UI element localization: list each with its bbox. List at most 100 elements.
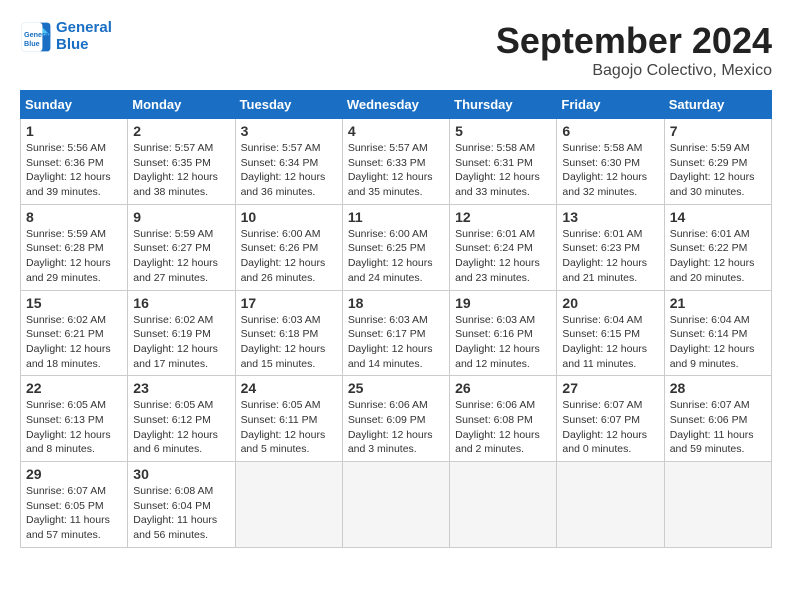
calendar-cell: 14 Sunrise: 6:01 AM Sunset: 6:22 PM Dayli… [664,204,771,290]
day-number: 16 [133,295,229,311]
header-cell-tuesday: Tuesday [235,91,342,119]
day-detail: Sunrise: 6:02 AM Sunset: 6:19 PM Dayligh… [133,313,229,372]
calendar-cell: 9 Sunrise: 5:59 AM Sunset: 6:27 PM Daylig… [128,204,235,290]
calendar-cell: 19 Sunrise: 6:03 AM Sunset: 6:16 PM Dayli… [450,290,557,376]
day-detail: Sunrise: 6:01 AM Sunset: 6:24 PM Dayligh… [455,227,551,286]
calendar-cell: 21Sunrise: 6:04 AM Sunset: 6:14 PM Dayli… [664,290,771,376]
day-detail: Sunrise: 5:59 AM Sunset: 6:28 PM Dayligh… [26,227,122,286]
day-number: 27 [562,380,658,396]
page-header: General Blue GeneralBlue September 2024 … [20,20,772,80]
calendar-cell [450,462,557,548]
day-detail: Sunrise: 5:57 AM Sunset: 6:33 PM Dayligh… [348,141,444,200]
day-number: 6 [562,123,658,139]
calendar-cell [235,462,342,548]
logo: General Blue GeneralBlue [20,20,112,53]
calendar-cell: 1 Sunrise: 5:56 AM Sunset: 6:36 PM Daylig… [21,119,128,205]
svg-text:General: General [24,30,51,39]
day-number: 26 [455,380,551,396]
header-cell-friday: Friday [557,91,664,119]
day-detail: Sunrise: 6:01 AM Sunset: 6:23 PM Dayligh… [562,227,658,286]
day-number: 17 [241,295,337,311]
calendar-cell [342,462,449,548]
calendar-cell: 7 Sunrise: 5:59 AM Sunset: 6:29 PM Daylig… [664,119,771,205]
day-number: 12 [455,209,551,225]
day-number: 14 [670,209,766,225]
day-number: 8 [26,209,122,225]
calendar-cell: 20Sunrise: 6:04 AM Sunset: 6:15 PM Dayli… [557,290,664,376]
header-cell-wednesday: Wednesday [342,91,449,119]
title-section: September 2024 Bagojo Colectivo, Mexico [496,20,772,80]
header-cell-saturday: Saturday [664,91,771,119]
header-cell-sunday: Sunday [21,91,128,119]
calendar-table: SundayMondayTuesdayWednesdayThursdayFrid… [20,90,772,548]
day-detail: Sunrise: 6:04 AM Sunset: 6:14 PM Dayligh… [670,313,766,372]
day-number: 5 [455,123,551,139]
calendar-week-2: 8 Sunrise: 5:59 AM Sunset: 6:28 PM Daylig… [21,204,772,290]
calendar-cell: 5 Sunrise: 5:58 AM Sunset: 6:31 PM Daylig… [450,119,557,205]
day-number: 2 [133,123,229,139]
calendar-cell: 30Sunrise: 6:08 AM Sunset: 6:04 PM Dayli… [128,462,235,548]
day-detail: Sunrise: 6:03 AM Sunset: 6:18 PM Dayligh… [241,313,337,372]
day-detail: Sunrise: 6:07 AM Sunset: 6:05 PM Dayligh… [26,484,122,543]
day-detail: Sunrise: 6:03 AM Sunset: 6:17 PM Dayligh… [348,313,444,372]
calendar-cell: 26 Sunrise: 6:06 AM Sunset: 6:08 PM Dayli… [450,376,557,462]
calendar-week-4: 22 Sunrise: 6:05 AM Sunset: 6:13 PM Dayli… [21,376,772,462]
day-number: 3 [241,123,337,139]
day-detail: Sunrise: 5:57 AM Sunset: 6:35 PM Dayligh… [133,141,229,200]
day-detail: Sunrise: 6:07 AM Sunset: 6:07 PM Dayligh… [562,398,658,457]
calendar-cell: 27 Sunrise: 6:07 AM Sunset: 6:07 PM Dayli… [557,376,664,462]
day-number: 13 [562,209,658,225]
day-detail: Sunrise: 6:03 AM Sunset: 6:16 PM Dayligh… [455,313,551,372]
month-title: September 2024 [496,20,772,62]
calendar-cell: 15Sunrise: 6:02 AM Sunset: 6:21 PM Dayli… [21,290,128,376]
day-detail: Sunrise: 5:58 AM Sunset: 6:30 PM Dayligh… [562,141,658,200]
calendar-cell [664,462,771,548]
day-detail: Sunrise: 5:59 AM Sunset: 6:29 PM Dayligh… [670,141,766,200]
calendar-header-row: SundayMondayTuesdayWednesdayThursdayFrid… [21,91,772,119]
day-number: 15 [26,295,122,311]
svg-text:Blue: Blue [24,38,40,47]
calendar-cell: 16 Sunrise: 6:02 AM Sunset: 6:19 PM Dayli… [128,290,235,376]
day-number: 7 [670,123,766,139]
location: Bagojo Colectivo, Mexico [496,62,772,80]
header-cell-monday: Monday [128,91,235,119]
calendar-cell: 4 Sunrise: 5:57 AM Sunset: 6:33 PM Daylig… [342,119,449,205]
calendar-cell: 28Sunrise: 6:07 AM Sunset: 6:06 PM Dayli… [664,376,771,462]
day-detail: Sunrise: 6:01 AM Sunset: 6:22 PM Dayligh… [670,227,766,286]
day-detail: Sunrise: 6:00 AM Sunset: 6:25 PM Dayligh… [348,227,444,286]
day-number: 1 [26,123,122,139]
calendar-cell: 10Sunrise: 6:00 AM Sunset: 6:26 PM Dayli… [235,204,342,290]
calendar-cell [557,462,664,548]
day-detail: Sunrise: 6:05 AM Sunset: 6:12 PM Dayligh… [133,398,229,457]
day-detail: Sunrise: 6:05 AM Sunset: 6:13 PM Dayligh… [26,398,122,457]
day-detail: Sunrise: 6:00 AM Sunset: 6:26 PM Dayligh… [241,227,337,286]
day-number: 20 [562,295,658,311]
day-number: 11 [348,209,444,225]
day-number: 30 [133,466,229,482]
day-number: 4 [348,123,444,139]
day-detail: Sunrise: 6:06 AM Sunset: 6:08 PM Dayligh… [455,398,551,457]
day-number: 9 [133,209,229,225]
calendar-week-1: 1 Sunrise: 5:56 AM Sunset: 6:36 PM Daylig… [21,119,772,205]
calendar-cell: 18Sunrise: 6:03 AM Sunset: 6:17 PM Dayli… [342,290,449,376]
calendar-cell: 8 Sunrise: 5:59 AM Sunset: 6:28 PM Daylig… [21,204,128,290]
day-number: 24 [241,380,337,396]
calendar-cell: 11 Sunrise: 6:00 AM Sunset: 6:25 PM Dayli… [342,204,449,290]
day-detail: Sunrise: 6:05 AM Sunset: 6:11 PM Dayligh… [241,398,337,457]
logo-text: GeneralBlue [56,20,112,53]
calendar-cell: 12 Sunrise: 6:01 AM Sunset: 6:24 PM Dayli… [450,204,557,290]
day-detail: Sunrise: 6:07 AM Sunset: 6:06 PM Dayligh… [670,398,766,457]
day-number: 25 [348,380,444,396]
day-number: 19 [455,295,551,311]
day-detail: Sunrise: 5:56 AM Sunset: 6:36 PM Dayligh… [26,141,122,200]
calendar-cell: 22 Sunrise: 6:05 AM Sunset: 6:13 PM Dayli… [21,376,128,462]
day-number: 23 [133,380,229,396]
calendar-cell: 25 Sunrise: 6:06 AM Sunset: 6:09 PM Dayli… [342,376,449,462]
day-detail: Sunrise: 5:57 AM Sunset: 6:34 PM Dayligh… [241,141,337,200]
calendar-week-5: 29Sunrise: 6:07 AM Sunset: 6:05 PM Dayli… [21,462,772,548]
day-detail: Sunrise: 6:06 AM Sunset: 6:09 PM Dayligh… [348,398,444,457]
day-number: 22 [26,380,122,396]
day-detail: Sunrise: 5:58 AM Sunset: 6:31 PM Dayligh… [455,141,551,200]
day-detail: Sunrise: 5:59 AM Sunset: 6:27 PM Dayligh… [133,227,229,286]
calendar-cell: 24 Sunrise: 6:05 AM Sunset: 6:11 PM Dayli… [235,376,342,462]
